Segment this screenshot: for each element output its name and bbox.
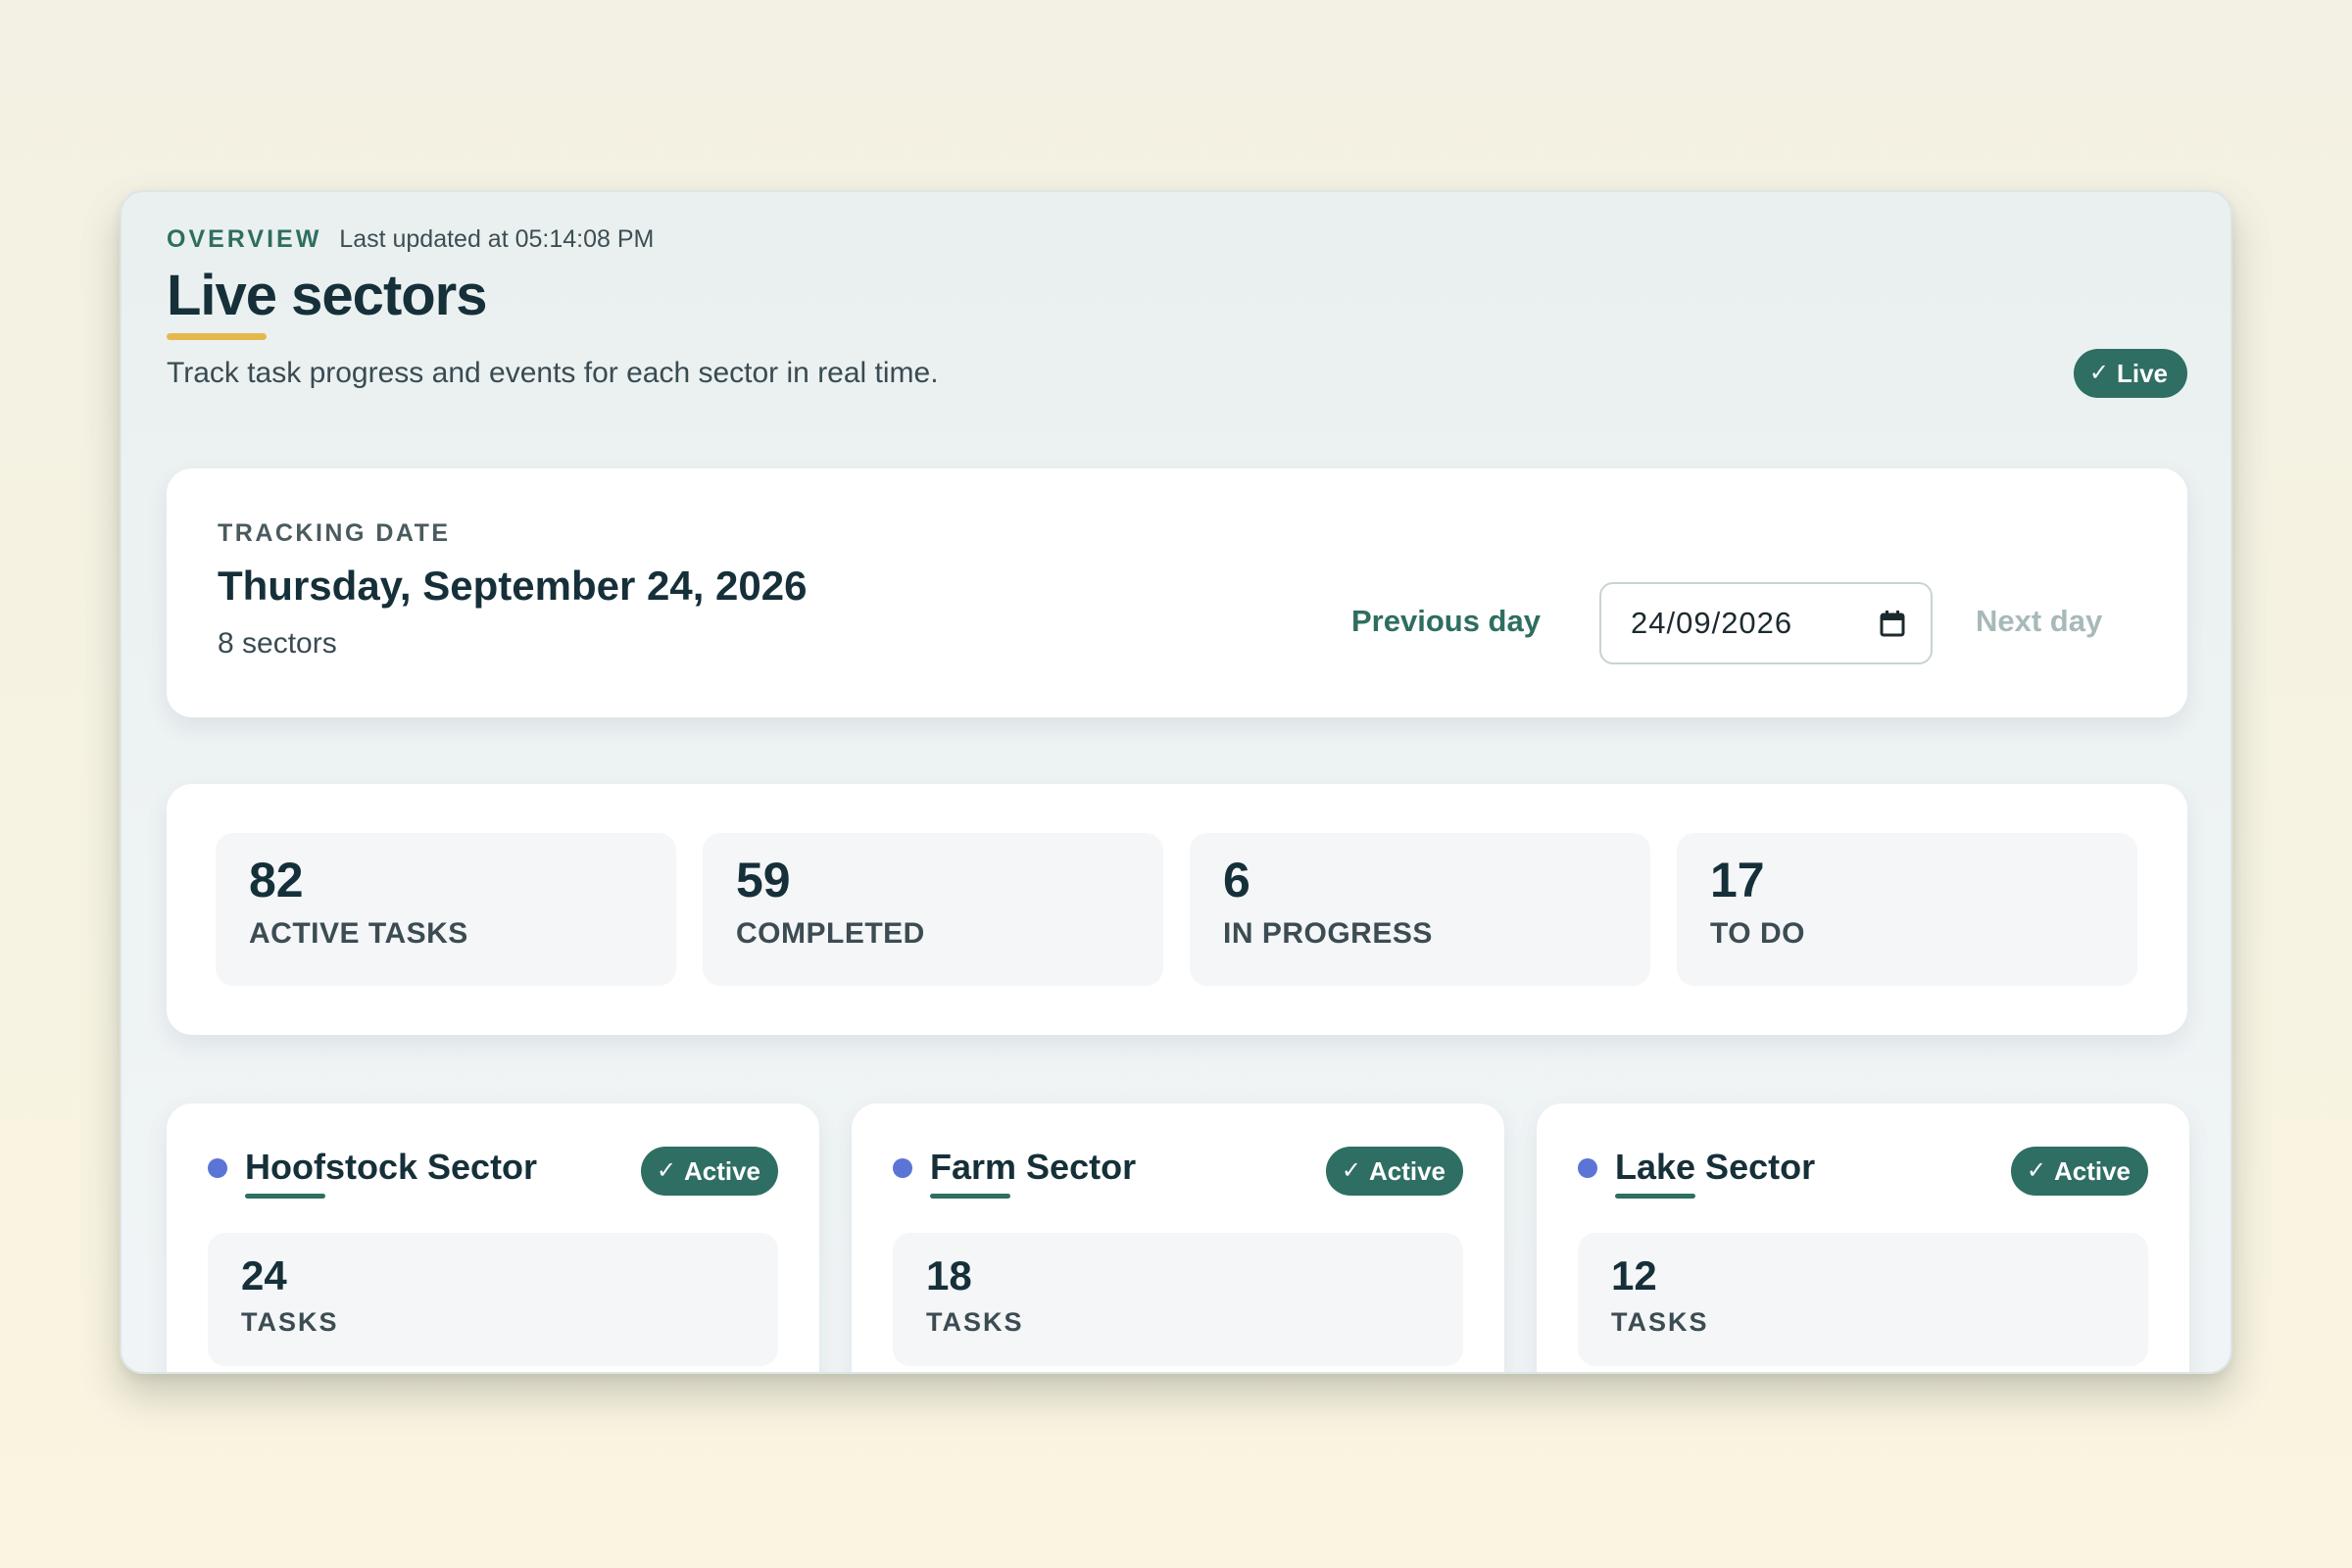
- live-sectors-panel: OVERVIEW Last updated at 05:14:08 PM Liv…: [120, 190, 2232, 1374]
- tracking-date-card: TRACKING DATE Thursday, September 24, 20…: [167, 468, 2187, 717]
- sector-name: Lake Sector: [1615, 1147, 1816, 1187]
- sector-tasks-value: 24: [241, 1252, 287, 1298]
- previous-day-button[interactable]: Previous day: [1351, 604, 1541, 639]
- stat-value: 59: [736, 853, 791, 907]
- checkmark-icon: ✓: [656, 1157, 676, 1184]
- checkmark-icon: ✓: [2026, 1157, 2046, 1184]
- checkmark-icon: ✓: [2088, 360, 2109, 386]
- stat-label: COMPLETED: [736, 917, 925, 950]
- last-updated-text: Last updated at 05:14:08 PM: [339, 225, 655, 253]
- stat-completed: 59 COMPLETED: [703, 833, 1163, 986]
- sector-tasks-label: TASKS: [241, 1307, 339, 1337]
- sector-status-label: Active: [1368, 1155, 1446, 1186]
- task-summary-card: 82 ACTIVE TASKS 59 COMPLETED 6 IN PROGRE…: [167, 784, 2187, 1035]
- sector-tasks-value: 18: [926, 1252, 972, 1298]
- sector-status-label: Active: [2053, 1155, 2131, 1186]
- tracking-date-label: TRACKING DATE: [218, 519, 451, 547]
- stat-value: 17: [1710, 853, 1765, 907]
- live-status-badge: ✓ Live: [2073, 349, 2187, 398]
- sector-status-label: Active: [683, 1155, 760, 1186]
- sector-tasks-label: TASKS: [1611, 1307, 1709, 1337]
- header-meta: OVERVIEW Last updated at 05:14:08 PM: [167, 225, 654, 254]
- stat-label: IN PROGRESS: [1223, 917, 1433, 950]
- date-input-value: 24/09/2026: [1631, 606, 1793, 640]
- stat-in-progress: 6 IN PROGRESS: [1190, 833, 1650, 986]
- sector-name-underline: [245, 1194, 325, 1199]
- sector-status-badge: ✓ Active: [640, 1147, 778, 1196]
- checkmark-icon: ✓: [1341, 1157, 1361, 1184]
- sector-name: Hoofstock Sector: [245, 1147, 538, 1187]
- sector-tasks-stat: 18 TASKS: [893, 1233, 1463, 1366]
- sector-card-hoofstock[interactable]: Hoofstock Sector ✓ Active 24 TASKS: [167, 1103, 819, 1372]
- page-subtitle: Track task progress and events for each …: [167, 357, 939, 389]
- page-title: Live sectors: [167, 264, 488, 327]
- tracking-date-value: Thursday, September 24, 2026: [218, 563, 808, 609]
- status-dot-icon: [1578, 1158, 1597, 1178]
- stat-value: 82: [249, 853, 304, 907]
- date-input[interactable]: 24/09/2026: [1599, 582, 1933, 664]
- status-dot-icon: [208, 1158, 227, 1178]
- next-day-button[interactable]: Next day: [1976, 604, 2102, 639]
- status-dot-icon: [893, 1158, 912, 1178]
- sector-status-badge: ✓ Active: [2010, 1147, 2148, 1196]
- sector-card-lake[interactable]: Lake Sector ✓ Active 12 TASKS: [1537, 1103, 2189, 1372]
- stat-active-tasks: 82 ACTIVE TASKS: [216, 833, 676, 986]
- sector-status-badge: ✓ Active: [1325, 1147, 1463, 1196]
- sector-count: 8 sectors: [218, 627, 337, 660]
- sector-tasks-stat: 24 TASKS: [208, 1233, 778, 1366]
- sector-name-underline: [1615, 1194, 1695, 1199]
- stat-value: 6: [1223, 853, 1250, 907]
- sector-tasks-label: TASKS: [926, 1307, 1024, 1337]
- stat-label: ACTIVE TASKS: [249, 917, 468, 950]
- sector-card-farm[interactable]: Farm Sector ✓ Active 18 TASKS: [852, 1103, 1504, 1372]
- sector-name: Farm Sector: [930, 1147, 1137, 1187]
- calendar-icon[interactable]: [1880, 610, 1905, 637]
- sector-tasks-stat: 12 TASKS: [1578, 1233, 2148, 1366]
- overview-eyebrow: OVERVIEW: [167, 225, 322, 253]
- stat-to-do: 17 TO DO: [1677, 833, 2137, 986]
- stat-label: TO DO: [1710, 917, 1805, 950]
- title-underline: [167, 333, 267, 340]
- live-badge-label: Live: [2116, 358, 2168, 388]
- sector-tasks-value: 12: [1611, 1252, 1657, 1298]
- sector-name-underline: [930, 1194, 1010, 1199]
